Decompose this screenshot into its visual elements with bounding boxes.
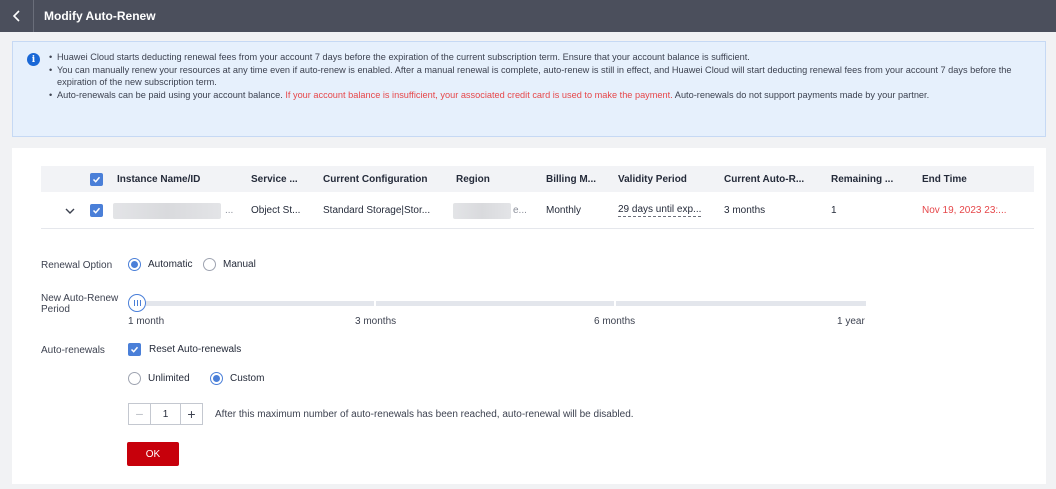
table-header: Instance Name/ID Service ... Current Con…	[41, 166, 1034, 192]
redacted-region	[453, 202, 511, 219]
row-checkbox[interactable]	[90, 193, 103, 228]
tick-6-months[interactable]: 6 months	[594, 316, 635, 327]
radio-manual[interactable]: Manual	[203, 258, 256, 271]
renew-panel: Instance Name/ID Service ... Current Con…	[12, 148, 1046, 484]
col-end-time: End Time	[922, 173, 967, 185]
service-cell: Object St...	[251, 205, 301, 216]
expand-row-button[interactable]	[65, 193, 75, 228]
radio-unselected-icon	[203, 258, 216, 271]
radio-unlimited[interactable]: Unlimited	[128, 372, 190, 385]
notice-box: i Huawei Cloud starts deducting renewal …	[12, 41, 1046, 137]
col-service: Service ...	[251, 173, 298, 185]
notice-item: Huawei Cloud starts deducting renewal fe…	[49, 51, 1033, 64]
period-slider-handle[interactable]	[128, 294, 146, 312]
remaining-cell: 1	[831, 205, 837, 216]
info-icon: i	[27, 53, 40, 66]
col-instance-name: Instance Name/ID	[117, 173, 201, 185]
credit-card-warning: If your account balance is insufficient,…	[285, 89, 673, 100]
check-icon	[92, 176, 101, 183]
renewal-count-stepper: − 1 +	[128, 403, 203, 425]
notice-item: Auto-renewals can be paid using your acc…	[49, 89, 1033, 102]
ok-button[interactable]: OK	[127, 442, 179, 466]
col-billing: Billing M...	[546, 173, 596, 185]
period-label: New Auto-Renew Period	[41, 293, 119, 315]
tick-3-months[interactable]: 3 months	[355, 316, 396, 327]
col-validity: Validity Period	[618, 173, 687, 185]
col-configuration: Current Configuration	[323, 173, 428, 185]
auto-renew-cell: 3 months	[724, 205, 766, 216]
check-icon	[92, 207, 101, 214]
period-slider-track[interactable]	[146, 301, 866, 306]
back-button[interactable]	[0, 0, 34, 32]
radio-unselected-icon	[128, 372, 141, 385]
col-remaining: Remaining ...	[831, 173, 894, 185]
radio-selected-icon	[210, 372, 223, 385]
col-auto-renew: Current Auto-R...	[724, 173, 805, 185]
configuration-cell: Standard Storage|Stor...	[323, 205, 431, 216]
instance-name-cell: ...	[113, 193, 243, 228]
check-icon	[130, 346, 139, 353]
top-bar: Modify Auto-Renew	[0, 0, 1056, 32]
notice-item: You can manually renew your resources at…	[49, 64, 1033, 89]
chevron-left-icon	[12, 10, 20, 22]
radio-custom[interactable]: Custom	[210, 372, 264, 385]
renewal-count-input[interactable]: 1	[151, 404, 180, 424]
redacted-instance-name	[113, 202, 221, 219]
renewal-count-hint: After this maximum number of auto-renewa…	[215, 409, 634, 420]
tick-1-year[interactable]: 1 year	[837, 316, 865, 327]
page-title: Modify Auto-Renew	[44, 9, 156, 23]
decrement-button[interactable]: −	[129, 404, 151, 424]
radio-selected-icon	[128, 258, 141, 271]
billing-cell: Monthly	[546, 205, 582, 216]
tick-1-month[interactable]: 1 month	[128, 316, 164, 327]
radio-automatic[interactable]: Automatic	[128, 258, 192, 271]
renewal-option-label: Renewal Option	[41, 260, 113, 271]
auto-renewals-label: Auto-renewals	[41, 345, 105, 356]
end-time-cell: Nov 19, 2023 23:...	[922, 205, 1007, 216]
validity-cell[interactable]: 29 days until exp...	[618, 193, 702, 228]
select-all-checkbox[interactable]	[90, 166, 103, 192]
reset-auto-renewals-checkbox[interactable]: Reset Auto-renewals	[128, 343, 241, 356]
region-cell: e...	[453, 193, 533, 228]
increment-button[interactable]: +	[180, 404, 202, 424]
table-row: ... Object St... Standard Storage|Stor..…	[41, 193, 1034, 229]
col-region: Region	[456, 173, 490, 185]
chevron-down-icon	[65, 208, 75, 214]
